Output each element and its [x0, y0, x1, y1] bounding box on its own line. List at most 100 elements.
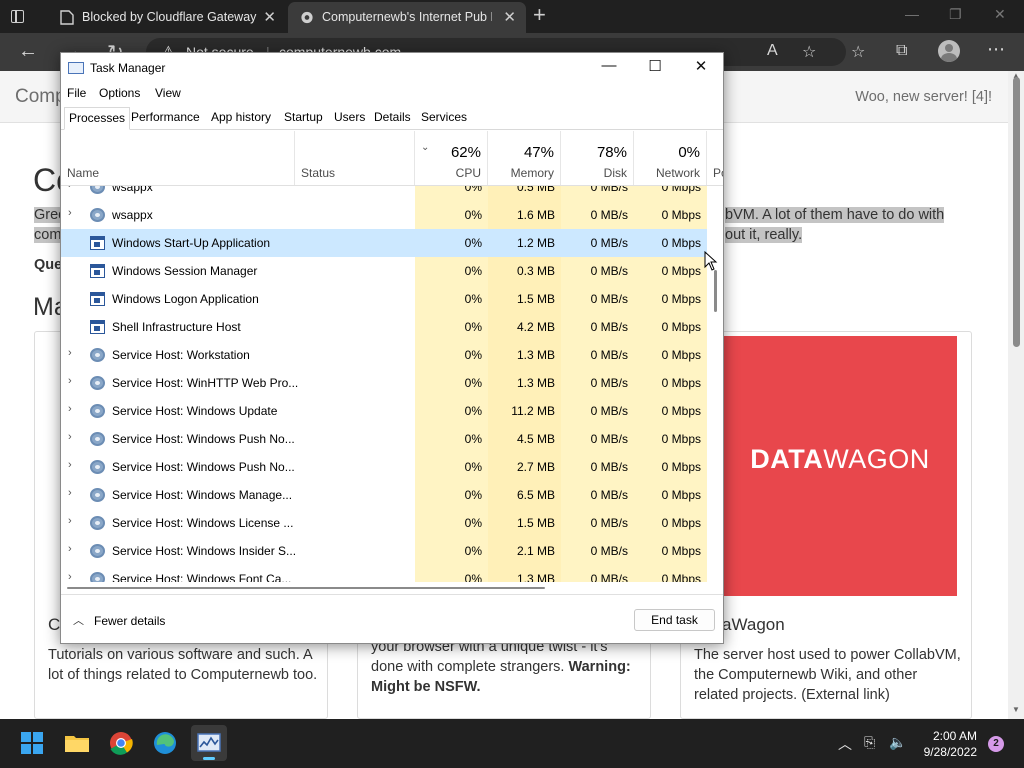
chevron-up-icon[interactable]: ︿ [73, 612, 84, 628]
column-network[interactable]: 0% Network [634, 131, 707, 185]
expand-chevron-icon[interactable]: › [68, 571, 72, 582]
volume-icon[interactable]: 🔈 [889, 734, 906, 751]
process-row[interactable]: Windows Session Manager 0% 0.3 MB 0 MB/s 0 M… [61, 257, 707, 285]
process-row[interactable]: › Service Host: Workstation 0% 1.3 MB 0 MB/s… [61, 341, 707, 369]
new-tab-icon[interactable]: + [533, 2, 546, 28]
menu-file[interactable]: File [67, 86, 86, 100]
page-scrollbar[interactable]: ▲ ▼ [1008, 71, 1024, 719]
process-row[interactable]: › Service Host: Windows Font Ca... 0% 1.3 M… [61, 565, 707, 582]
process-row[interactable]: › wsappx 0% 1.6 MB 0 MB/s 0 Mbps [61, 201, 707, 229]
process-row[interactable]: › wsappx 0%0.5 MB0 MB/s0 Mbps [61, 186, 707, 201]
expand-chevron-icon[interactable]: › [68, 375, 72, 387]
site-brand[interactable]: Comp [15, 86, 66, 108]
process-name-cell[interactable]: Shell Infrastructure Host [61, 313, 415, 341]
expand-chevron-icon[interactable]: › [68, 459, 72, 471]
process-row[interactable]: › Service Host: Windows Push No... 0% 2.7 M… [61, 453, 707, 481]
minimize-icon[interactable]: — [586, 57, 632, 79]
column-cpu[interactable]: ⌄ 62% CPU [415, 131, 488, 185]
notification-badge[interactable]: 2 [988, 736, 1004, 752]
fewer-details-button[interactable]: Fewer details [94, 614, 165, 628]
more-icon[interactable]: ⋯ [987, 39, 1005, 60]
close-tab-icon[interactable]: ✕ [503, 8, 516, 26]
scrollbar-thumb[interactable] [67, 587, 545, 589]
expand-chevron-icon[interactable]: › [68, 431, 72, 443]
browser-tab-computernewb[interactable]: Computernewb's Internet Pub H ✕ [288, 2, 526, 33]
chrome-button[interactable] [103, 725, 139, 761]
minimize-icon[interactable]: — [905, 6, 919, 22]
expand-chevron-icon[interactable]: › [68, 403, 72, 415]
column-memory[interactable]: 47% Memory [488, 131, 561, 185]
process-name-cell[interactable]: › Service Host: Windows Push No... [61, 453, 415, 481]
network-icon[interactable]: ⎘ [864, 734, 875, 751]
list-horizontal-scrollbar[interactable] [61, 582, 723, 594]
chevron-up-icon[interactable]: ︿ [838, 734, 852, 754]
task-manager-button[interactable] [191, 725, 227, 761]
tab-users[interactable]: Users [330, 107, 369, 130]
scroll-down-icon[interactable]: ▼ [1012, 705, 1020, 714]
process-name-cell[interactable]: › wsappx [61, 201, 415, 229]
end-task-button[interactable]: End task [634, 609, 715, 631]
tab-startup[interactable]: Startup [280, 107, 327, 130]
restore-icon[interactable]: ❐ [949, 6, 962, 23]
process-row[interactable]: › Service Host: Windows License ... 0% 1.5 … [61, 509, 707, 537]
column-disk[interactable]: 78% Disk [561, 131, 634, 185]
browser-tab-blocked[interactable]: Blocked by Cloudflare Gateway ✕ [48, 2, 286, 33]
expand-chevron-icon[interactable]: › [68, 347, 72, 359]
process-row[interactable]: Windows Logon Application 0% 1.5 MB 0 MB/s 0… [61, 285, 707, 313]
column-status[interactable]: Status [295, 131, 415, 185]
process-name-cell[interactable]: › Service Host: Windows Insider S... [61, 537, 415, 565]
process-row[interactable]: › Service Host: Windows Push No... 0% 4.5 M… [61, 425, 707, 453]
file-explorer-button[interactable] [59, 725, 95, 761]
process-name-cell[interactable]: › Service Host: Windows Font Ca... [61, 565, 415, 582]
process-row[interactable]: Shell Infrastructure Host 0% 4.2 MB 0 MB/s 0… [61, 313, 707, 341]
edge-button[interactable] [147, 725, 183, 761]
process-row[interactable]: › Service Host: Windows Update 0% 11.2 MB 0 … [61, 397, 707, 425]
scrollbar-thumb[interactable] [1013, 77, 1020, 347]
column-power[interactable]: Po [707, 131, 723, 185]
tab-services[interactable]: Services [417, 107, 471, 130]
close-icon[interactable]: ✕ [678, 57, 723, 79]
expand-chevron-icon[interactable]: › [68, 543, 72, 555]
favorites-icon[interactable]: ☆ [851, 42, 865, 62]
clock-date[interactable]: 9/28/2022 [905, 745, 977, 759]
menu-options[interactable]: Options [99, 86, 140, 100]
process-name-cell[interactable]: › Service Host: Workstation [61, 341, 415, 369]
tab-processes[interactable]: Processes [64, 107, 131, 130]
close-tab-icon[interactable]: ✕ [263, 8, 276, 26]
process-name-cell[interactable]: › wsappx [61, 186, 415, 201]
process-row[interactable]: Windows Start-Up Application 0% 1.2 MB 0 MB… [61, 229, 707, 257]
tab-actions-icon[interactable] [8, 7, 28, 27]
process-name-cell[interactable]: › Service Host: Windows Manage... [61, 481, 415, 509]
expand-chevron-icon[interactable]: › [68, 515, 72, 527]
read-aloud-icon[interactable]: A [767, 42, 778, 60]
list-vertical-scrollbar[interactable] [707, 186, 723, 582]
start-button[interactable] [14, 725, 50, 761]
process-row[interactable]: › Service Host: WinHTTP Web Pro... 0% 1.3 M… [61, 369, 707, 397]
back-icon[interactable]: ← [18, 40, 38, 63]
tab-performance[interactable]: Performance [127, 107, 204, 130]
menu-view[interactable]: View [155, 86, 181, 100]
expand-chevron-icon[interactable]: › [68, 487, 72, 499]
maximize-icon[interactable]: ☐ [632, 57, 678, 79]
tab-app-history[interactable]: App history [207, 107, 275, 130]
profile-avatar[interactable] [938, 40, 960, 62]
news-link[interactable]: Woo, new server! [4]! [855, 89, 992, 105]
close-window-icon[interactable]: ✕ [994, 6, 1006, 23]
process-row[interactable]: › Service Host: Windows Insider S... 0% 2.1… [61, 537, 707, 565]
expand-chevron-icon[interactable]: › [68, 186, 72, 191]
expand-chevron-icon[interactable]: › [68, 207, 72, 219]
scrollbar-thumb[interactable] [714, 270, 717, 312]
process-name-cell[interactable]: › Service Host: WinHTTP Web Pro... [61, 369, 415, 397]
process-row[interactable]: › Service Host: Windows Manage... 0% 6.5 MB… [61, 481, 707, 509]
process-name-cell[interactable]: › Service Host: Windows Update [61, 397, 415, 425]
process-name-cell[interactable]: Windows Session Manager [61, 257, 415, 285]
tab-details[interactable]: Details [370, 107, 415, 130]
add-favorite-icon[interactable]: ☆ [802, 42, 816, 62]
column-name[interactable]: Name [61, 131, 295, 185]
datawagon-banner[interactable]: DATAWAGON [723, 336, 957, 596]
process-name-cell[interactable]: › Service Host: Windows License ... [61, 509, 415, 537]
process-name-cell[interactable]: › Service Host: Windows Push No... [61, 425, 415, 453]
process-name-cell[interactable]: Windows Start-Up Application [61, 229, 415, 257]
clock-time[interactable]: 2:00 AM [925, 729, 977, 743]
process-name-cell[interactable]: Windows Logon Application [61, 285, 415, 313]
